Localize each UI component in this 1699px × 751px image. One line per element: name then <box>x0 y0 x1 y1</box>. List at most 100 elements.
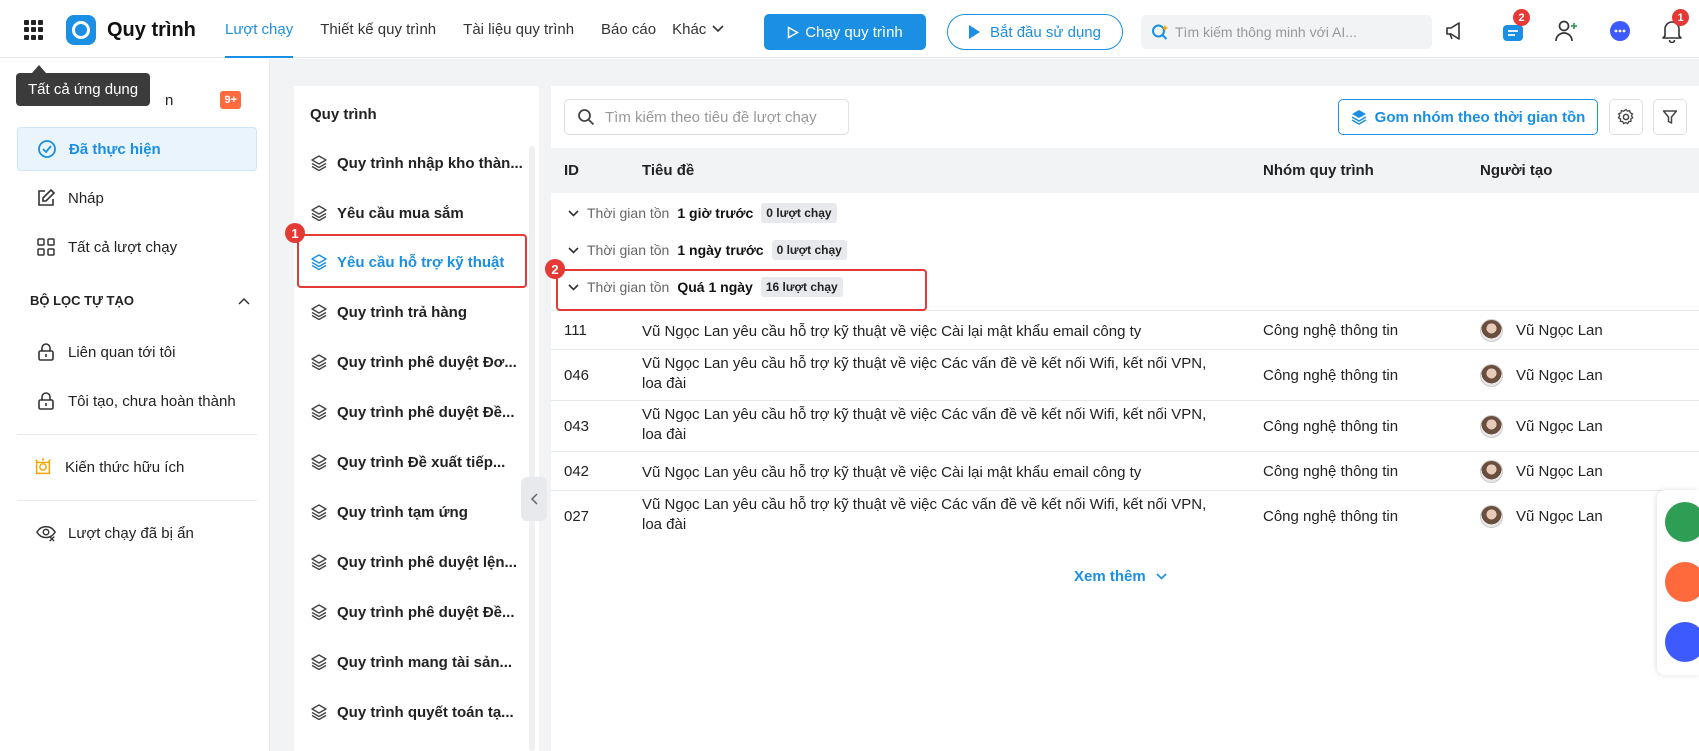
settings-button[interactable] <box>1609 99 1643 135</box>
process-item-label: Yêu cầu hỗ trợ kỹ thuật <box>337 253 505 271</box>
process-item[interactable]: Quy trình tạm ứng <box>310 494 525 530</box>
process-item-label: Quy trình mang tài sản... <box>337 653 513 671</box>
table-row[interactable]: 043 Vũ Ngọc Lan yêu cầu hỗ trợ kỹ thuật v… <box>551 400 1699 451</box>
avatar <box>1480 414 1503 438</box>
process-item[interactable]: Quy trình phê duyệt Đề... <box>310 394 525 430</box>
custom-filter-section[interactable]: BỘ LỌC TỰ TẠO <box>30 293 250 308</box>
filter-button[interactable] <box>1653 99 1687 135</box>
see-more-label: Xem thêm <box>1074 568 1146 585</box>
sidebar-item-draft[interactable]: Nháp <box>17 176 257 220</box>
column-header-creator[interactable]: Người tạo <box>1480 162 1552 179</box>
cell-title: Vũ Ngọc Lan yêu cầu hỗ trợ kỹ thuật về v… <box>642 463 1142 481</box>
creator-name: Vũ Ngọc Lan <box>1516 507 1603 525</box>
process-item[interactable]: Quy trình Đề xuất tiếp... <box>310 444 525 480</box>
ai-search-input[interactable] <box>1175 24 1415 40</box>
column-header-id: ID <box>564 162 579 179</box>
creator-name: Vũ Ngọc Lan <box>1516 462 1603 480</box>
bell-icon[interactable]: 1 <box>1658 9 1689 45</box>
nav-runs[interactable]: Lượt chạy <box>225 0 294 58</box>
chat-icon[interactable] <box>1606 17 1634 45</box>
nav-process-design[interactable]: Thiết kế quy trình <box>320 0 436 58</box>
cart-icon[interactable]: 2 <box>1499 9 1530 45</box>
cell-process-group: Công nghệ thông tin <box>1263 462 1399 480</box>
sidebar-filter-created-incomplete[interactable]: Tôi tạo, chưa hoàn thành <box>17 379 257 423</box>
sidebar-item-done[interactable]: Đã thực hiện <box>17 127 257 171</box>
cell-process-group: Công nghệ thông tin <box>1263 417 1399 435</box>
process-item[interactable]: Quy trình phê duyệt Đơ... <box>310 344 525 380</box>
cell-creator: Vũ Ngọc Lan <box>1480 318 1603 342</box>
layers-outline-icon <box>311 604 327 620</box>
table-row[interactable]: 111 Vũ Ngọc Lan yêu cầu hỗ trợ kỹ thuật v… <box>551 310 1699 349</box>
group-by-age-label: Gom nhóm theo thời gian tồn <box>1374 108 1586 126</box>
run-search-input[interactable] <box>605 108 845 126</box>
avatar <box>1480 504 1503 528</box>
layers-outline-icon <box>311 504 327 520</box>
process-item-label: Quy trình phê duyệt Đề... <box>337 403 515 421</box>
lock-icon <box>36 342 56 362</box>
layers-outline-icon <box>311 205 327 221</box>
process-item[interactable]: Yêu cầu mua sắm <box>310 195 525 231</box>
step-marker-1: 1 <box>285 223 305 243</box>
sidebar-item-all-runs[interactable]: Tất cả lượt chạy <box>17 225 257 269</box>
chevron-left-icon <box>530 493 538 505</box>
process-item-label: Quy trình tạm ứng <box>337 503 468 521</box>
sidebar-filter-related[interactable]: Liên quan tới tôi <box>17 330 257 374</box>
table-row[interactable]: 027 Vũ Ngọc Lan yêu cầu hỗ trợ kỹ thuật v… <box>551 490 1699 541</box>
ai-sparkle-icon[interactable] <box>1665 562 1699 602</box>
layers-outline-icon <box>311 254 327 270</box>
filter-icon <box>1662 110 1678 124</box>
group-row-1-hour[interactable]: Thời gian tồn 1 giờ trước 0 lượt chạy <box>568 193 837 233</box>
layers-outline-icon <box>311 454 327 470</box>
nav-more[interactable]: Khác <box>672 21 724 38</box>
sidebar-item-knowledge[interactable]: Kiến thức hữu ích <box>17 445 257 489</box>
sidebar-item-label: Kiến thức hữu ích <box>65 458 185 476</box>
process-item[interactable]: Quy trình phê duyệt Đề... <box>310 594 525 630</box>
group-value: 1 ngày trước <box>677 242 764 258</box>
table-row[interactable]: 046 Vũ Ngọc Lan yêu cầu hỗ trợ kỹ thuật v… <box>551 349 1699 400</box>
sidebar-item-hidden-runs[interactable]: Lượt chạy đã bị ẩn <box>17 511 257 555</box>
collapse-panel-button[interactable] <box>521 477 547 521</box>
divider <box>17 434 257 435</box>
table-row[interactable]: 042 Vũ Ngọc Lan yêu cầu hỗ trợ kỹ thuật v… <box>551 451 1699 490</box>
section-title: BỘ LỌC TỰ TẠO <box>30 293 134 308</box>
app-grid-icon[interactable] <box>24 20 44 40</box>
process-item-label: Quy trình Đề xuất tiếp... <box>337 453 506 471</box>
nav-reports[interactable]: Báo cáo <box>601 0 656 58</box>
ai-search-box <box>1141 15 1432 49</box>
group-by-age-button[interactable]: Gom nhóm theo thời gian tồn <box>1338 99 1598 135</box>
sidebar-item-label: Liên quan tới tôi <box>68 343 176 361</box>
megaphone-icon[interactable] <box>1441 17 1469 45</box>
support-chat-icon[interactable] <box>1665 622 1699 662</box>
process-item[interactable]: Quy trình nhập kho thàn... <box>310 145 525 181</box>
group-label: Thời gian tồn <box>587 205 670 221</box>
process-item[interactable]: Yêu cầu hỗ trợ kỹ thuật <box>310 244 525 280</box>
grid-icon <box>36 237 56 257</box>
get-started-button[interactable]: Bắt đầu sử dụng <box>947 14 1123 50</box>
add-user-icon[interactable] <box>1553 17 1581 45</box>
see-more-button[interactable]: Xem thêm <box>1074 568 1167 585</box>
chevron-down-icon <box>1156 573 1167 580</box>
process-item[interactable]: Quy trình phê duyệt lện... <box>310 544 525 580</box>
process-item[interactable]: Quy trình trả hàng <box>310 294 525 330</box>
count-badge: 9+ <box>220 91 241 109</box>
layers-outline-icon <box>311 654 327 670</box>
cart-badge: 2 <box>1513 9 1530 26</box>
process-list-scrollbar[interactable] <box>529 146 535 751</box>
process-item[interactable]: Quy trình mang tài sản... <box>310 644 525 680</box>
assistant-icon[interactable] <box>1665 502 1699 542</box>
group-row-1-day[interactable]: Thời gian tồn 1 ngày trước 0 lượt chạy <box>568 230 847 270</box>
group-value: Quá 1 ngày <box>677 279 753 295</box>
process-item[interactable]: Quy trình quyết toán tạ... <box>310 694 525 730</box>
process-list-heading: Quy trình <box>310 106 377 123</box>
bell-badge: 1 <box>1672 9 1689 26</box>
chevron-down-icon <box>568 209 579 217</box>
gear-icon <box>1617 108 1634 125</box>
cell-id: 046 <box>564 366 590 384</box>
sidebar-item-label: Tất cả lượt chạy <box>68 238 178 256</box>
nav-process-docs[interactable]: Tài liệu quy trình <box>463 0 574 58</box>
process-item-label: Quy trình trả hàng <box>337 303 468 321</box>
process-item-label: Yêu cầu mua sắm <box>337 204 464 222</box>
avatar <box>1480 318 1503 342</box>
run-process-button[interactable]: Chạy quy trình <box>764 14 926 50</box>
group-row-over-1-day[interactable]: Thời gian tồn Quá 1 ngày 16 lượt chạy <box>568 267 843 307</box>
